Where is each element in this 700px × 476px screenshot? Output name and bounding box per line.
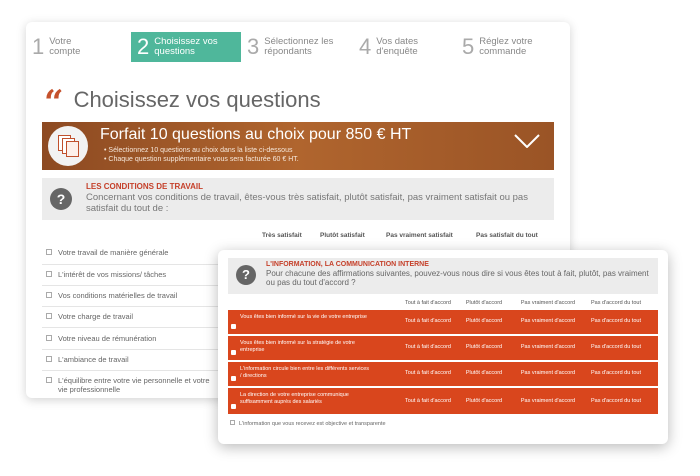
answer-option[interactable]: Pas d'accord du tout xyxy=(586,344,646,350)
checkbox[interactable] xyxy=(231,350,236,355)
row-label: Votre niveau de rémunération xyxy=(58,334,157,343)
list-item[interactable]: L'ambiance de travail xyxy=(46,355,246,364)
question-icon: ? xyxy=(50,188,72,210)
answer-option[interactable]: Plutôt d'accord xyxy=(454,344,514,350)
step-2[interactable]: 2 Choisissez vos questions xyxy=(131,32,241,62)
column-header: Très satisfait xyxy=(262,232,302,239)
question-header: ? LES CONDITIONS DE TRAVAIL Concernant v… xyxy=(42,178,554,220)
answer-option[interactable]: Pas vraiment d'accord xyxy=(518,370,578,376)
list-item[interactable]: Votre charge de travail xyxy=(46,312,246,321)
checkbox[interactable] xyxy=(46,335,52,341)
step-label: Choisissez vos questions xyxy=(154,36,218,57)
list-item[interactable]: Vos conditions matérielles de travail xyxy=(46,291,246,300)
row-label: Vous êtes bien informé sur la stratégie … xyxy=(240,340,355,353)
answer-option[interactable]: Tout à fait d'accord xyxy=(398,318,458,324)
step-label: Sélectionnez les répondants xyxy=(264,36,334,57)
answer-option[interactable]: Tout à fait d'accord xyxy=(398,370,458,376)
title-row: “ Choisissez vos questions xyxy=(44,80,321,120)
answer-option[interactable]: Plutôt d'accord xyxy=(454,370,514,376)
step-label: Réglez votre commande xyxy=(479,36,533,57)
step-label: Votre compte xyxy=(49,36,81,57)
list-item[interactable]: Votre travail de manière générale xyxy=(46,248,246,257)
row-label: L'équilibre entre votre vie personnelle … xyxy=(58,376,210,394)
answer-option[interactable]: Pas vraiment d'accord xyxy=(518,398,578,404)
banner-bullet: Sélectionnez 10 questions au choix dans … xyxy=(104,146,299,155)
row-label: L'intérêt de vos missions/ tâches xyxy=(58,270,167,279)
row-label: Votre travail de manière générale xyxy=(58,248,169,257)
page-title: Choisissez vos questions xyxy=(73,87,321,112)
row-label: La direction de votre entreprise communi… xyxy=(240,392,349,405)
checkbox[interactable] xyxy=(46,377,52,383)
answer-option[interactable]: Tout à fait d'accord xyxy=(398,344,458,350)
table-row[interactable]: Vous êtes bien informé sur la stratégie … xyxy=(228,336,658,360)
chevron-down-icon[interactable] xyxy=(514,134,540,148)
question-title: LES CONDITIONS DE TRAVAIL xyxy=(86,182,204,191)
documents-icon xyxy=(48,126,88,166)
answer-option[interactable]: Pas vraiment d'accord xyxy=(518,344,578,350)
checkbox[interactable] xyxy=(231,404,236,409)
column-header: Pas d'accord du tout xyxy=(591,300,641,306)
table-row[interactable]: La direction de votre entreprise communi… xyxy=(228,388,658,414)
checkbox[interactable] xyxy=(46,249,52,255)
question-text: Pour chacune des affirmations suivantes,… xyxy=(266,269,649,287)
list-item[interactable]: L'information que vous recevez est objec… xyxy=(230,420,390,428)
step-number: 4 xyxy=(359,34,372,59)
step-number: 1 xyxy=(32,34,45,59)
checkbox[interactable] xyxy=(46,313,52,319)
step-label: Vos dates d'enquête xyxy=(376,36,418,57)
answer-option[interactable]: Pas d'accord du tout xyxy=(586,398,646,404)
question-text: Concernant vos conditions de travail, êt… xyxy=(86,192,528,214)
package-banner[interactable]: Forfait 10 questions au choix pour 850 €… xyxy=(42,122,554,170)
question-icon: ? xyxy=(236,265,256,285)
row-label: L'information circule bien entre les dif… xyxy=(240,366,370,379)
column-header: Pas vraiment d'accord xyxy=(520,300,576,306)
row-label: Votre charge de travail xyxy=(58,312,134,321)
step-1[interactable]: 1 Votre compte xyxy=(26,32,131,62)
row-label: Vos conditions matérielles de travail xyxy=(58,291,178,300)
banner-title: Forfait 10 questions au choix pour 850 €… xyxy=(100,126,412,143)
step-number: 2 xyxy=(137,34,150,59)
step-number: 3 xyxy=(247,34,260,59)
table-row[interactable]: Vous êtes bien informé sur la vie de vot… xyxy=(228,310,658,334)
row-label: L'information que vous recevez est objec… xyxy=(239,421,386,427)
table-row[interactable]: L'information circule bien entre les dif… xyxy=(228,362,658,386)
answer-option[interactable]: Plutôt d'accord xyxy=(454,318,514,324)
column-header: Plutôt d'accord xyxy=(465,300,503,306)
column-header: Plutôt satisfait xyxy=(320,232,365,239)
list-item[interactable]: L'équilibre entre votre vie personnelle … xyxy=(46,376,216,394)
step-progress: 1 Votre compte 2 Choisissez vos question… xyxy=(26,32,570,62)
checkbox[interactable] xyxy=(231,324,236,329)
column-header: Tout à fait d'accord xyxy=(405,300,451,306)
step-number: 5 xyxy=(462,34,475,59)
answer-option[interactable]: Pas vraiment d'accord xyxy=(518,318,578,324)
step-5[interactable]: 5 Réglez votre commande xyxy=(456,32,570,62)
list-item[interactable]: Votre niveau de rémunération xyxy=(46,334,246,343)
answer-option[interactable]: Plutôt d'accord xyxy=(454,398,514,404)
column-header: Pas satisfait du tout xyxy=(476,232,538,239)
quote-icon: “ xyxy=(44,83,64,123)
banner-bullet: Chaque question supplémentaire vous sera… xyxy=(104,155,298,164)
answer-option[interactable]: Pas d'accord du tout xyxy=(586,370,646,376)
checkbox[interactable] xyxy=(230,420,235,425)
row-label: L'ambiance de travail xyxy=(58,355,129,364)
answer-option[interactable]: Pas d'accord du tout xyxy=(586,318,646,324)
column-header: Pas vraiment satisfait xyxy=(386,232,453,239)
step-3[interactable]: 3 Sélectionnez les répondants xyxy=(241,32,353,62)
screenshot-root: 1 Votre compte 2 Choisissez vos question… xyxy=(0,0,700,476)
row-label: Vous êtes bien informé sur la vie de vot… xyxy=(240,314,367,320)
answer-option[interactable]: Tout à fait d'accord xyxy=(398,398,458,404)
checkbox[interactable] xyxy=(46,292,52,298)
checkbox[interactable] xyxy=(46,271,52,277)
step-4[interactable]: 4 Vos dates d'enquête xyxy=(353,32,456,62)
question-title: L'INFORMATION, LA COMMUNICATION INTERNE xyxy=(266,261,429,268)
communication-card: ? L'INFORMATION, LA COMMUNICATION INTERN… xyxy=(218,250,668,444)
checkbox[interactable] xyxy=(231,376,236,381)
banner-bullets: Sélectionnez 10 questions au choix dans … xyxy=(104,146,299,164)
checkbox[interactable] xyxy=(46,356,52,362)
list-item[interactable]: L'intérêt de vos missions/ tâches xyxy=(46,270,246,279)
question-header: ? L'INFORMATION, LA COMMUNICATION INTERN… xyxy=(228,258,658,294)
